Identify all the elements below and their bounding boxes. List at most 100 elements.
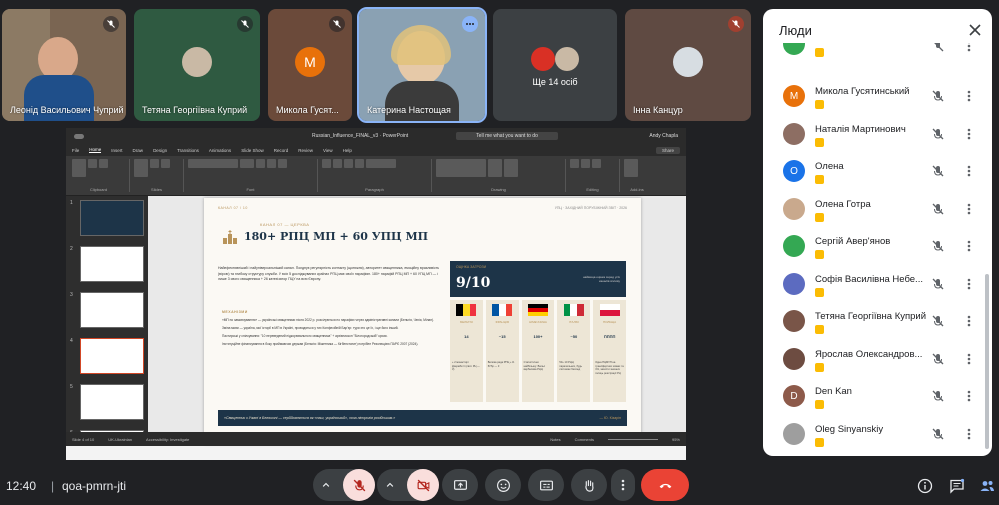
notes-button[interactable]: Notes	[550, 437, 560, 442]
participant-row[interactable]: Тетяна Георгіївна Куприй	[763, 306, 992, 343]
participant-tile-6[interactable]: Інна Канцур	[625, 9, 751, 121]
participant-tile-others[interactable]: Ще 14 осіб	[493, 9, 617, 121]
new-slide-icon[interactable]	[134, 159, 148, 177]
ppt-search[interactable]: Tell me what you want to do	[456, 132, 558, 140]
raise-hand-button[interactable]	[571, 469, 607, 501]
layout-icon[interactable]	[150, 159, 159, 168]
comments-button[interactable]: Comments	[575, 437, 594, 442]
more-vert-icon[interactable]	[966, 352, 972, 366]
participant-tile-3[interactable]: M Микола Гусят...	[268, 9, 352, 121]
ppt-tab[interactable]: Animations	[209, 148, 231, 153]
ppt-tab[interactable]: Slide Show	[241, 148, 264, 153]
reset-icon[interactable]	[161, 159, 170, 168]
participant-row[interactable]: Сергій Авер'янов	[763, 231, 992, 268]
font-size-select[interactable]	[240, 159, 254, 168]
align-center-icon[interactable]	[355, 159, 364, 168]
paste-icon[interactable]	[72, 159, 86, 177]
more-vert-icon[interactable]	[966, 43, 972, 53]
threat-score-note: найвища оцінка серед усіх каналів впливу	[583, 275, 620, 283]
more-vert-icon[interactable]	[966, 389, 972, 403]
more-vert-icon[interactable]	[966, 127, 972, 141]
mic-options-button[interactable]	[313, 469, 339, 501]
chat-icon[interactable]	[949, 478, 965, 494]
ppt-tab[interactable]: Transitions	[177, 148, 199, 153]
slide-thumbnail-selected[interactable]	[80, 338, 144, 374]
ppt-tab-home[interactable]: Home	[89, 147, 102, 153]
more-vert-icon[interactable]	[966, 314, 972, 328]
ppt-tab[interactable]: Draw	[133, 148, 144, 153]
ppt-share-button[interactable]: Share	[655, 146, 680, 154]
reactions-button[interactable]	[485, 469, 521, 501]
copy-icon[interactable]	[99, 159, 108, 168]
people-scrollbar[interactable]	[985, 274, 989, 449]
cut-icon[interactable]	[88, 159, 97, 168]
captions-button[interactable]	[528, 469, 564, 501]
participant-row[interactable]: D Den Kan	[763, 381, 992, 418]
leave-call-button[interactable]	[641, 469, 689, 501]
participant-tile-2[interactable]: Тетяна Георгіївна Куприй	[134, 9, 260, 121]
more-vert-icon[interactable]	[966, 239, 972, 253]
more-vert-icon[interactable]	[966, 164, 972, 178]
ppt-tab[interactable]: Review	[298, 148, 313, 153]
language-indicator[interactable]: UK-Ukrainian	[108, 437, 132, 442]
shapes-gallery[interactable]	[436, 159, 486, 177]
quick-styles-icon[interactable]	[504, 159, 518, 177]
text-direction-icon[interactable]	[366, 159, 396, 168]
participant-row[interactable]: M Микола Гусятинський	[763, 81, 992, 118]
participant-row[interactable]: Oleg Sinyanskiy	[763, 419, 992, 456]
ppt-tab[interactable]: Design	[153, 148, 167, 153]
camera-options-button[interactable]	[377, 469, 403, 501]
replace-icon[interactable]	[581, 159, 590, 168]
numbering-icon[interactable]	[333, 159, 342, 168]
mic-toggle-button[interactable]	[343, 469, 375, 501]
more-vert-icon[interactable]	[966, 89, 972, 103]
ppt-tab[interactable]: File	[72, 148, 79, 153]
zoom-slider[interactable]	[607, 438, 658, 440]
current-slide[interactable]: КАНАЛ 07 / 10 УПЦ · ЗАХІДНИЙ ПОРУБІЖНИЙ …	[204, 198, 641, 444]
ppt-tab[interactable]: Insert	[111, 148, 122, 153]
more-vert-icon	[621, 479, 625, 491]
more-options-icon[interactable]	[462, 16, 478, 32]
more-options-button[interactable]	[611, 469, 635, 501]
participant-tile-4[interactable]: Катерина Настощая	[357, 7, 487, 123]
more-vert-icon[interactable]	[966, 277, 972, 291]
slide-counter: Slide 4 of 10	[72, 436, 95, 442]
find-icon[interactable]	[570, 159, 579, 168]
ppt-tab[interactable]: Help	[343, 148, 352, 153]
participant-row[interactable]: Наталія Мартинович	[763, 119, 992, 156]
ppt-tab[interactable]: Record	[274, 148, 289, 153]
meeting-details-icon[interactable]	[917, 478, 933, 494]
font-family-select[interactable]	[188, 159, 238, 168]
country-flag-icon	[456, 304, 477, 316]
camera-toggle-button[interactable]	[407, 469, 439, 501]
participant-row[interactable]: Софія Василівна Небе...	[763, 269, 992, 306]
zoom-level[interactable]: 95%	[672, 437, 680, 442]
ppt-tab[interactable]: View	[323, 148, 333, 153]
slide-thumbnail[interactable]	[80, 292, 144, 328]
align-left-icon[interactable]	[344, 159, 353, 168]
slide-thumbnail[interactable]	[80, 200, 144, 236]
ribbon-group-drawing: Drawing	[436, 159, 566, 192]
bullets-icon[interactable]	[322, 159, 331, 168]
participant-row[interactable]: Олена Готра	[763, 194, 992, 231]
arrange-icon[interactable]	[488, 159, 502, 177]
participant-avatar: D	[783, 385, 805, 407]
close-icon[interactable]	[968, 23, 982, 37]
bold-icon[interactable]	[256, 159, 265, 168]
people-icon[interactable]	[979, 478, 995, 494]
participant-row[interactable]: Ярослав Олександров...	[763, 344, 992, 381]
participant-row[interactable]: О Олена	[763, 156, 992, 193]
accessibility-status[interactable]: Accessibility: Investigate	[146, 437, 189, 442]
slide-thumbnail[interactable]	[80, 246, 144, 282]
more-vert-icon[interactable]	[966, 427, 972, 441]
italic-icon[interactable]	[267, 159, 276, 168]
present-button[interactable]	[442, 469, 478, 501]
add-ins-icon[interactable]	[624, 159, 638, 177]
meeting-code[interactable]: qoa-pmrn-jti	[62, 479, 126, 493]
slide-thumbnail[interactable]	[80, 384, 144, 420]
select-icon[interactable]	[592, 159, 601, 168]
underline-icon[interactable]	[278, 159, 287, 168]
mechanism-item: Пастирські у спілкування: "10 переведени…	[222, 334, 388, 338]
more-vert-icon[interactable]	[966, 202, 972, 216]
participant-tile-1[interactable]: Леонід Васильович Чуприй	[2, 9, 126, 121]
